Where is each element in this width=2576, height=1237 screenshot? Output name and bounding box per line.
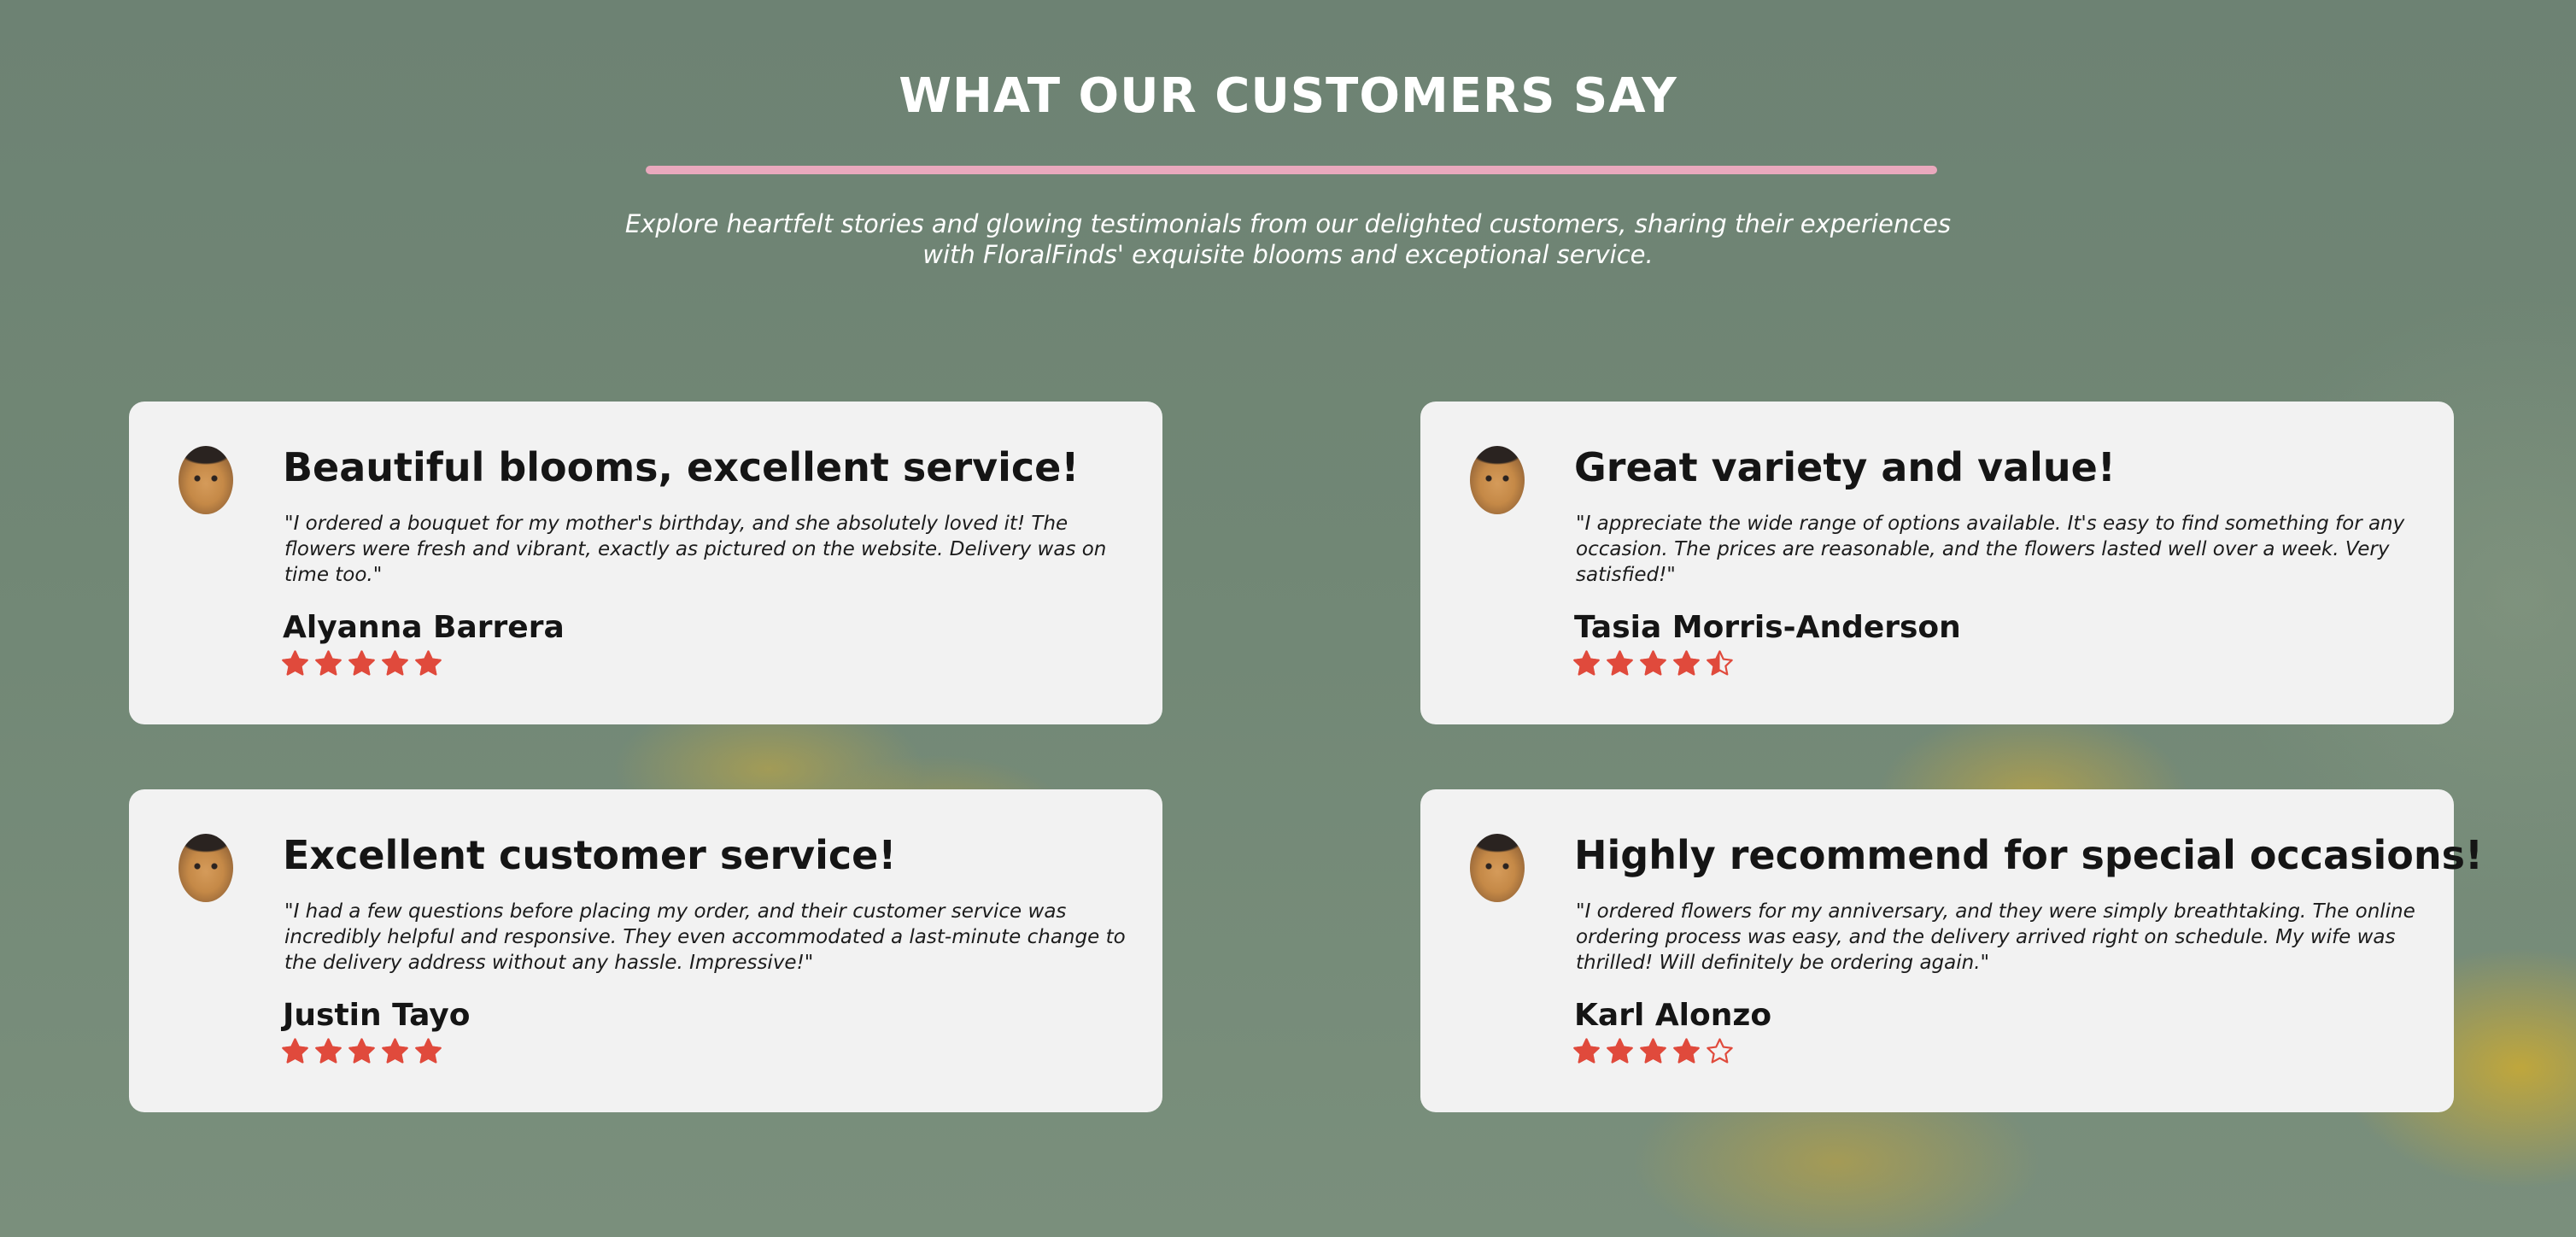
star-full-icon — [1640, 1038, 1666, 1064]
star-full-icon — [415, 650, 442, 676]
testimonial-card: Excellent customer service! "I had a few… — [129, 789, 1162, 1112]
star-full-icon — [1673, 650, 1700, 676]
star-full-icon — [282, 1038, 308, 1064]
star-rating — [1572, 1037, 1734, 1065]
testimonial-title: Beautiful blooms, excellent service! — [283, 444, 1080, 490]
testimonial-author: Alyanna Barrera — [283, 610, 565, 645]
star-rating — [1572, 649, 1734, 677]
star-full-icon — [1573, 1038, 1600, 1064]
avatar — [179, 446, 233, 514]
star-half-icon — [1707, 650, 1733, 676]
star-full-icon — [315, 650, 342, 676]
star-full-icon — [382, 1038, 408, 1064]
star-full-icon — [1573, 650, 1600, 676]
title-divider — [646, 166, 1937, 174]
star-full-icon — [282, 650, 308, 676]
testimonial-quote: "I ordered a bouquet for my mother's bir… — [284, 513, 1107, 586]
testimonials-section: WHAT OUR CUSTOMERS SAY Explore heartfelt… — [0, 0, 2576, 1237]
avatar — [1470, 446, 1525, 514]
section-subtitle: Explore heartfelt stories and glowing te… — [624, 209, 1952, 269]
testimonial-card: Beautiful blooms, excellent service! "I … — [129, 402, 1162, 724]
testimonial-title: Great variety and value! — [1574, 444, 2116, 490]
testimonial-quote: "I ordered flowers for my anniversary, a… — [1576, 900, 2415, 974]
testimonial-title: Highly recommend for special occasions! — [1574, 832, 2483, 878]
star-full-icon — [1673, 1038, 1700, 1064]
testimonial-card: Great variety and value! "I appreciate t… — [1420, 402, 2454, 724]
testimonial-author: Justin Tayo — [283, 998, 471, 1033]
section-title: WHAT OUR CUSTOMERS SAY — [899, 68, 1677, 124]
star-full-icon — [1607, 650, 1633, 676]
star-full-icon — [415, 1038, 442, 1064]
testimonial-quote: "I appreciate the wide range of options … — [1576, 513, 2405, 586]
star-full-icon — [1640, 650, 1666, 676]
star-full-icon — [1607, 1038, 1633, 1064]
star-full-icon — [315, 1038, 342, 1064]
testimonial-card: Highly recommend for special occasions! … — [1420, 789, 2483, 1112]
testimonial-quote: "I had a few questions before placing my… — [284, 900, 1126, 974]
star-full-icon — [348, 650, 375, 676]
star-full-icon — [348, 1038, 375, 1064]
star-full-icon — [382, 650, 408, 676]
avatar — [1470, 834, 1525, 902]
testimonial-author: Tasia Morris-Anderson — [1574, 610, 1961, 645]
star-rating — [281, 1037, 442, 1065]
avatar — [179, 834, 233, 902]
testimonial-author: Karl Alonzo — [1574, 998, 1772, 1033]
testimonial-title: Excellent customer service! — [283, 832, 897, 878]
star-rating — [281, 649, 442, 677]
star-empty-icon — [1707, 1038, 1733, 1064]
